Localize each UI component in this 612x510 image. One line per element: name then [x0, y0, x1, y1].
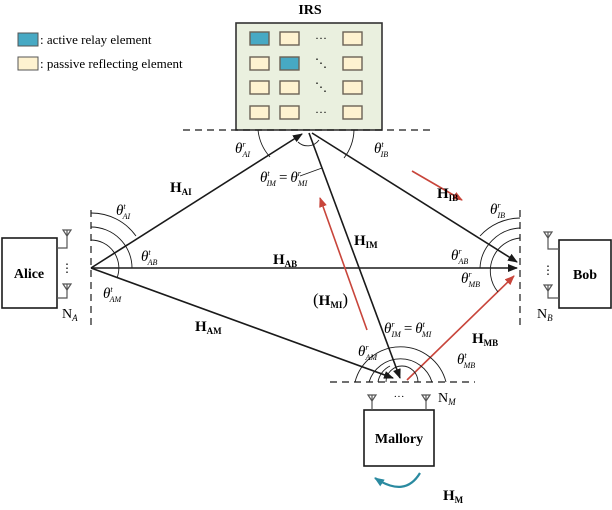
irs-active-element: [279, 56, 300, 71]
channel-IB-line: [311, 132, 518, 263]
irs-active-element: [249, 31, 270, 46]
angle-label-r-IB: θr IB: [490, 201, 505, 220]
label-H-IB: HIB: [437, 186, 458, 203]
angle-label-t-MB: θt MB: [457, 351, 475, 370]
angle-label-r-AB: θr AB: [451, 247, 468, 266]
irs-passive-element: [342, 31, 363, 46]
legend-passive-label: : passive reflecting element: [40, 56, 183, 71]
irs-passive-element: [249, 105, 270, 120]
bob-antenna-count: NB: [537, 307, 553, 323]
angle-arc-irs-IM: [297, 139, 320, 147]
angle-arc-irs-AI: [257, 129, 271, 158]
bob-label: Bob: [573, 268, 597, 283]
channel-MI-direction-arrow: [319, 197, 368, 331]
label-H-M: HM: [443, 488, 464, 505]
angle-label-t-IB: θt IB: [374, 140, 388, 159]
irs-passive-element: [279, 80, 300, 95]
alice-label: Alice: [14, 267, 44, 282]
alice-antenna-array: ⋮: [57, 229, 73, 299]
label-H-IM: HIM: [354, 233, 378, 250]
bob-antenna-array: ⋮: [542, 231, 559, 299]
irs-ddots: ⋱: [315, 56, 327, 70]
antenna-icon: [61, 229, 73, 238]
label-H-MB: HMB: [472, 331, 498, 348]
irs-passive-element: [279, 31, 300, 46]
angle-arc-bob-IB: [479, 217, 521, 237]
angle-arc-alice-AB: [90, 226, 133, 269]
irs-passive-element: [342, 80, 363, 95]
self-interference-loop-arrow: [374, 472, 421, 488]
irs-passive-element: [249, 56, 270, 71]
channel-AM-line: [90, 267, 394, 379]
channel-IM-line: [308, 132, 401, 379]
irs-hdots: ···: [315, 105, 327, 119]
angle-pointer-irs-IM: [299, 167, 323, 177]
legend-passive-swatch: [17, 56, 39, 71]
label-H-AI: HAI: [170, 180, 192, 197]
irs-hdots: ···: [315, 31, 327, 45]
antenna-icon: [366, 394, 378, 403]
irs-passive-element: [342, 105, 363, 120]
legend-active-swatch: [17, 32, 39, 47]
channel-labels: HAI HAB HAM HIB HIM (HMI) HMB HM: [170, 180, 498, 505]
mallory-antenna-array: ···: [366, 391, 432, 410]
antenna-icon: [542, 231, 554, 240]
label-H-MI: (HMI): [313, 290, 348, 310]
mallory-antenna-dots: ···: [394, 391, 405, 403]
legend-active-label: : active relay element: [40, 32, 152, 47]
channel-AI-line: [90, 133, 303, 269]
angle-label-t-AI-alice: θt AI: [116, 202, 130, 221]
angle-label-mallory-equality: θr IM = θt MI: [384, 320, 432, 339]
label-H-AM: HAM: [195, 319, 222, 336]
alice-antenna-dots: ⋮: [61, 261, 73, 275]
irs-passive-element: [279, 105, 300, 120]
angle-label-t-AM: θt AM: [103, 285, 122, 304]
angle-label-t-AB: θt AB: [141, 248, 157, 267]
irs-ddots: ⋱: [315, 80, 327, 94]
alice-antenna-count: NA: [62, 307, 78, 323]
angle-label-r-AI: θr AI: [235, 140, 250, 159]
bob-antenna-dots: ⋮: [542, 263, 554, 277]
legend: : active relay element : passive reflect…: [17, 32, 183, 71]
irs-passive-element: [249, 80, 270, 95]
mallory-label: Mallory: [375, 432, 423, 447]
system-model-diagram: : active relay element : passive reflect…: [1, 3, 612, 505]
label-H-AB: HAB: [273, 252, 297, 269]
irs-passive-element: [342, 56, 363, 71]
angle-label-irs-equality: θt IM = θr MI: [260, 169, 308, 188]
irs-title: IRS: [298, 3, 322, 18]
antenna-icon: [61, 283, 73, 292]
angle-label-r-MB: θr MB: [461, 270, 480, 289]
antenna-icon: [420, 394, 432, 403]
antenna-icon: [542, 284, 554, 293]
mallory-antenna-count: NM: [438, 391, 456, 407]
angle-label-r-AM: θr AM: [358, 343, 378, 362]
